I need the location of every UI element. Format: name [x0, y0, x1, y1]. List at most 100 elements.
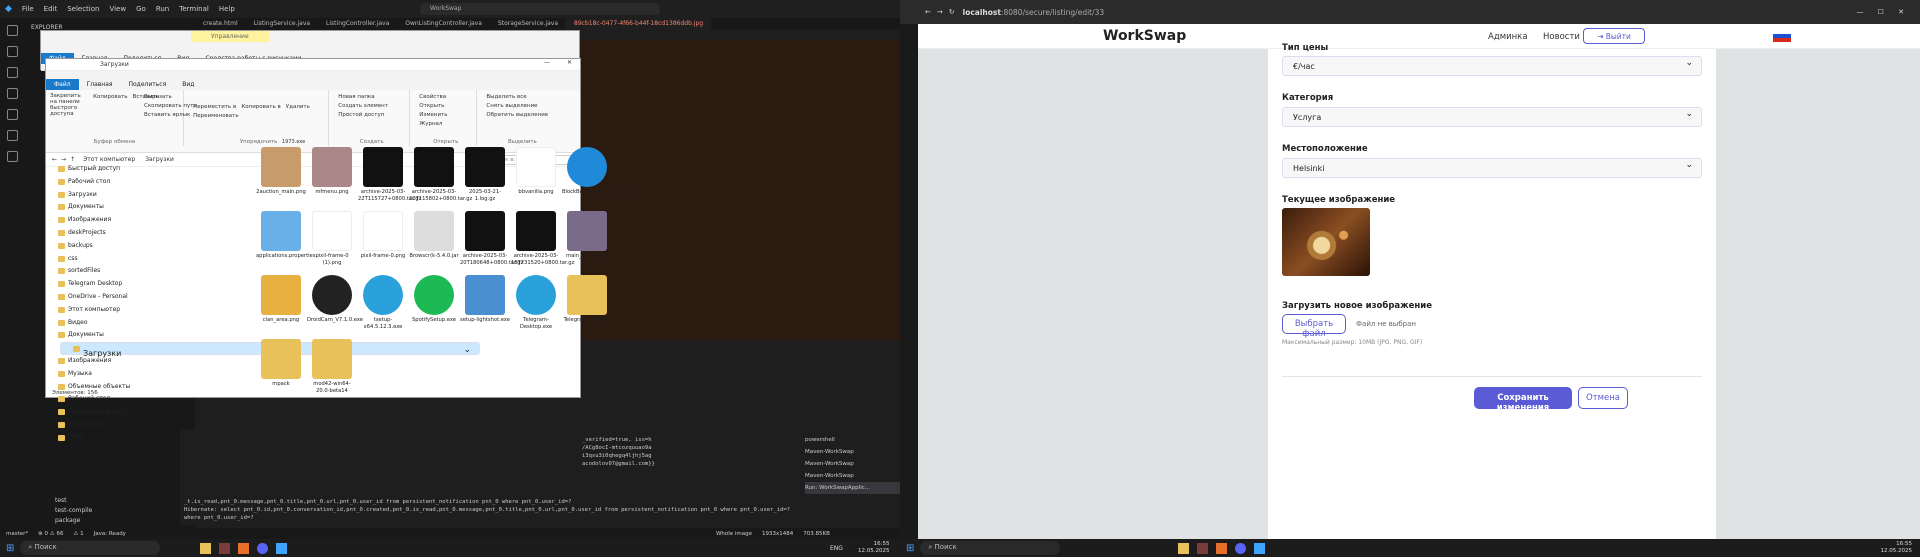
price-type-select[interactable]: €/час: [1282, 56, 1702, 76]
close-button[interactable]: ✕: [567, 59, 572, 66]
new-folder-button[interactable]: Новая папка: [338, 93, 405, 102]
tree-item[interactable]: Видео: [46, 317, 251, 330]
vscode-icon[interactable]: [1254, 542, 1266, 554]
maven-item-test-compile[interactable]: test-compile: [55, 506, 92, 516]
app-icon[interactable]: [219, 542, 231, 554]
language-flag-icon[interactable]: [1773, 30, 1791, 42]
file-item[interactable]: archive-2025-03-22T115727+0800.tar.gz: [358, 147, 421, 202]
file-item[interactable]: pixil-frame-0 (1).png: [307, 211, 357, 266]
tree-item[interactable]: Документы: [46, 201, 251, 214]
terminal-item-run[interactable]: Run: WorkSwapApplic...: [805, 482, 900, 494]
open-button[interactable]: Открыть: [419, 102, 472, 111]
tab-storage-service[interactable]: StorageService.java: [490, 18, 566, 30]
reload-icon[interactable]: ↻: [949, 8, 955, 16]
taskbar-clock[interactable]: 16:55 12.05.2025: [858, 541, 890, 555]
up-arrow-icon[interactable]: ↑: [70, 156, 75, 163]
invert-selection-button[interactable]: Обратить выделение: [486, 111, 558, 120]
nav-admin[interactable]: Админка: [1488, 32, 1528, 42]
discord-icon[interactable]: [1235, 542, 1247, 554]
file-item[interactable]: main_menu.png: [562, 211, 612, 260]
file-item[interactable]: archive-2025-03-22T115802+0800.tar.gz: [409, 147, 472, 202]
tree-item[interactable]: OneDrive - Personal: [46, 291, 251, 304]
branch-indicator[interactable]: master*: [6, 531, 28, 537]
tab-own-listing-controller[interactable]: OwnListingController.java: [397, 18, 490, 30]
file-item[interactable]: archive-2025-03-20T180648+0800.tar.gz: [460, 211, 523, 266]
menu-help[interactable]: Help: [219, 5, 235, 13]
copy-to-button[interactable]: Копировать в: [241, 104, 280, 110]
browser-icon[interactable]: [1216, 542, 1228, 554]
menu-run[interactable]: Run: [156, 5, 169, 13]
file-item[interactable]: DroidCam_V7.1.0.exe: [307, 275, 363, 324]
delete-button[interactable]: Удалить: [286, 104, 310, 110]
extensions-icon[interactable]: [7, 109, 18, 120]
browser-icon[interactable]: [238, 542, 250, 554]
file-item[interactable]: archive-2025-03-18T231520+0800.tar.gz: [511, 211, 574, 266]
testing-icon[interactable]: [7, 151, 18, 162]
pin-button[interactable]: Закрепить на панели быстрого доступа: [50, 93, 88, 117]
windows-start-icon[interactable]: ⊞: [906, 543, 914, 554]
menu-selection[interactable]: Selection: [67, 5, 99, 13]
back-icon[interactable]: ←: [925, 8, 931, 16]
copy-button[interactable]: Копировать: [93, 93, 127, 102]
file-item[interactable]: mpack: [256, 339, 306, 388]
maven-item-package[interactable]: package: [55, 516, 92, 526]
taskbar-search[interactable]: ⌕ Поиск: [920, 541, 1061, 555]
tab-file[interactable]: Файл: [46, 79, 79, 90]
terminal-item-maven[interactable]: Maven-WorkSwap: [805, 446, 900, 458]
file-explorer-icon[interactable]: [1178, 542, 1190, 554]
file-item[interactable]: 2auction_main.png: [256, 147, 306, 196]
remote-icon[interactable]: [7, 130, 18, 141]
save-button[interactable]: Сохранить изменения: [1474, 387, 1572, 413]
taskbar-search[interactable]: ⌕ Поиск: [20, 541, 161, 555]
language-indicator[interactable]: ENG: [830, 545, 843, 552]
address-bar[interactable]: localhost:8080/secure/listing/edit/33: [963, 8, 1105, 17]
file-item[interactable]: setup-lightshot.exe: [460, 275, 510, 324]
tree-item[interactable]: Документы: [46, 329, 251, 342]
file-item[interactable]: Browscr(k-5.4.0.jar: [409, 211, 459, 260]
easy-access-button[interactable]: Простой доступ: [338, 111, 405, 120]
terminal-item-maven[interactable]: Maven-WorkSwap: [805, 458, 900, 470]
tab-view[interactable]: Вид: [174, 79, 202, 90]
file-item[interactable]: applications.properties: [256, 211, 315, 260]
tree-item[interactable]: deskProjects: [46, 227, 251, 240]
file-item[interactable]: BlockBench_x64_4.12.3.exe: [562, 147, 634, 196]
file-item[interactable]: Telegram-Desktop.exe: [511, 275, 561, 330]
files-icon[interactable]: [7, 25, 18, 36]
tab-listing-service[interactable]: ListingService.java: [246, 18, 318, 30]
source-control-icon[interactable]: [7, 67, 18, 78]
new-item-button[interactable]: Создать элемент: [338, 102, 405, 111]
tab-home[interactable]: Главная: [79, 79, 121, 90]
choose-file-button[interactable]: Выбрать файл: [1282, 314, 1346, 339]
file-item[interactable]: 2025-03-21-1.log.gz: [460, 147, 510, 202]
tree-item[interactable]: Изображения: [46, 355, 251, 368]
tree-item[interactable]: Загрузки: [46, 189, 251, 202]
tree-item[interactable]: Локальный диск (C:): [46, 406, 251, 419]
edit-button[interactable]: Изменить: [419, 111, 472, 120]
file-item[interactable]: bbvanilla.png: [511, 147, 561, 196]
tree-item[interactable]: css: [46, 253, 251, 266]
terminal-item-powershell[interactable]: powershell: [805, 434, 900, 446]
debug-icon[interactable]: [7, 88, 18, 99]
tab-create-html[interactable]: create.html: [195, 18, 246, 30]
tree-item[interactable]: Этот компьютер: [46, 304, 251, 317]
category-select[interactable]: Услуга: [1282, 107, 1702, 127]
rename-button[interactable]: Переименовать: [193, 112, 324, 121]
file-explorer-icon[interactable]: [200, 542, 212, 554]
tab-image[interactable]: 89cb18c-0477-4f66-b44f-18cd1386ddb.jpg: [566, 18, 712, 30]
app-icon[interactable]: [1197, 542, 1209, 554]
tab-listing-controller[interactable]: ListingController.java: [318, 18, 397, 30]
window-controls[interactable]: — ☐ ✕: [1856, 8, 1910, 16]
nav-news[interactable]: Новости: [1543, 32, 1580, 42]
tree-item[interactable]: Telegram Desktop: [46, 278, 251, 291]
brand-logo[interactable]: WorkSwap: [1103, 28, 1186, 44]
tree-item[interactable]: Музыка: [46, 368, 251, 381]
move-to-button[interactable]: Переместить в: [193, 104, 236, 110]
windows-start-icon[interactable]: ⊞: [6, 543, 14, 554]
maven-item-test[interactable]: test: [55, 496, 92, 506]
menu-view[interactable]: View: [109, 5, 126, 13]
file-item[interactable]: clan_area.png: [256, 275, 306, 324]
forward-arrow-icon[interactable]: →: [61, 156, 66, 163]
command-center-search[interactable]: WorkSwap: [420, 3, 660, 15]
breadcrumb-this-pc[interactable]: Этот компьютер: [83, 156, 135, 163]
tab-share[interactable]: Поделиться: [121, 79, 175, 90]
